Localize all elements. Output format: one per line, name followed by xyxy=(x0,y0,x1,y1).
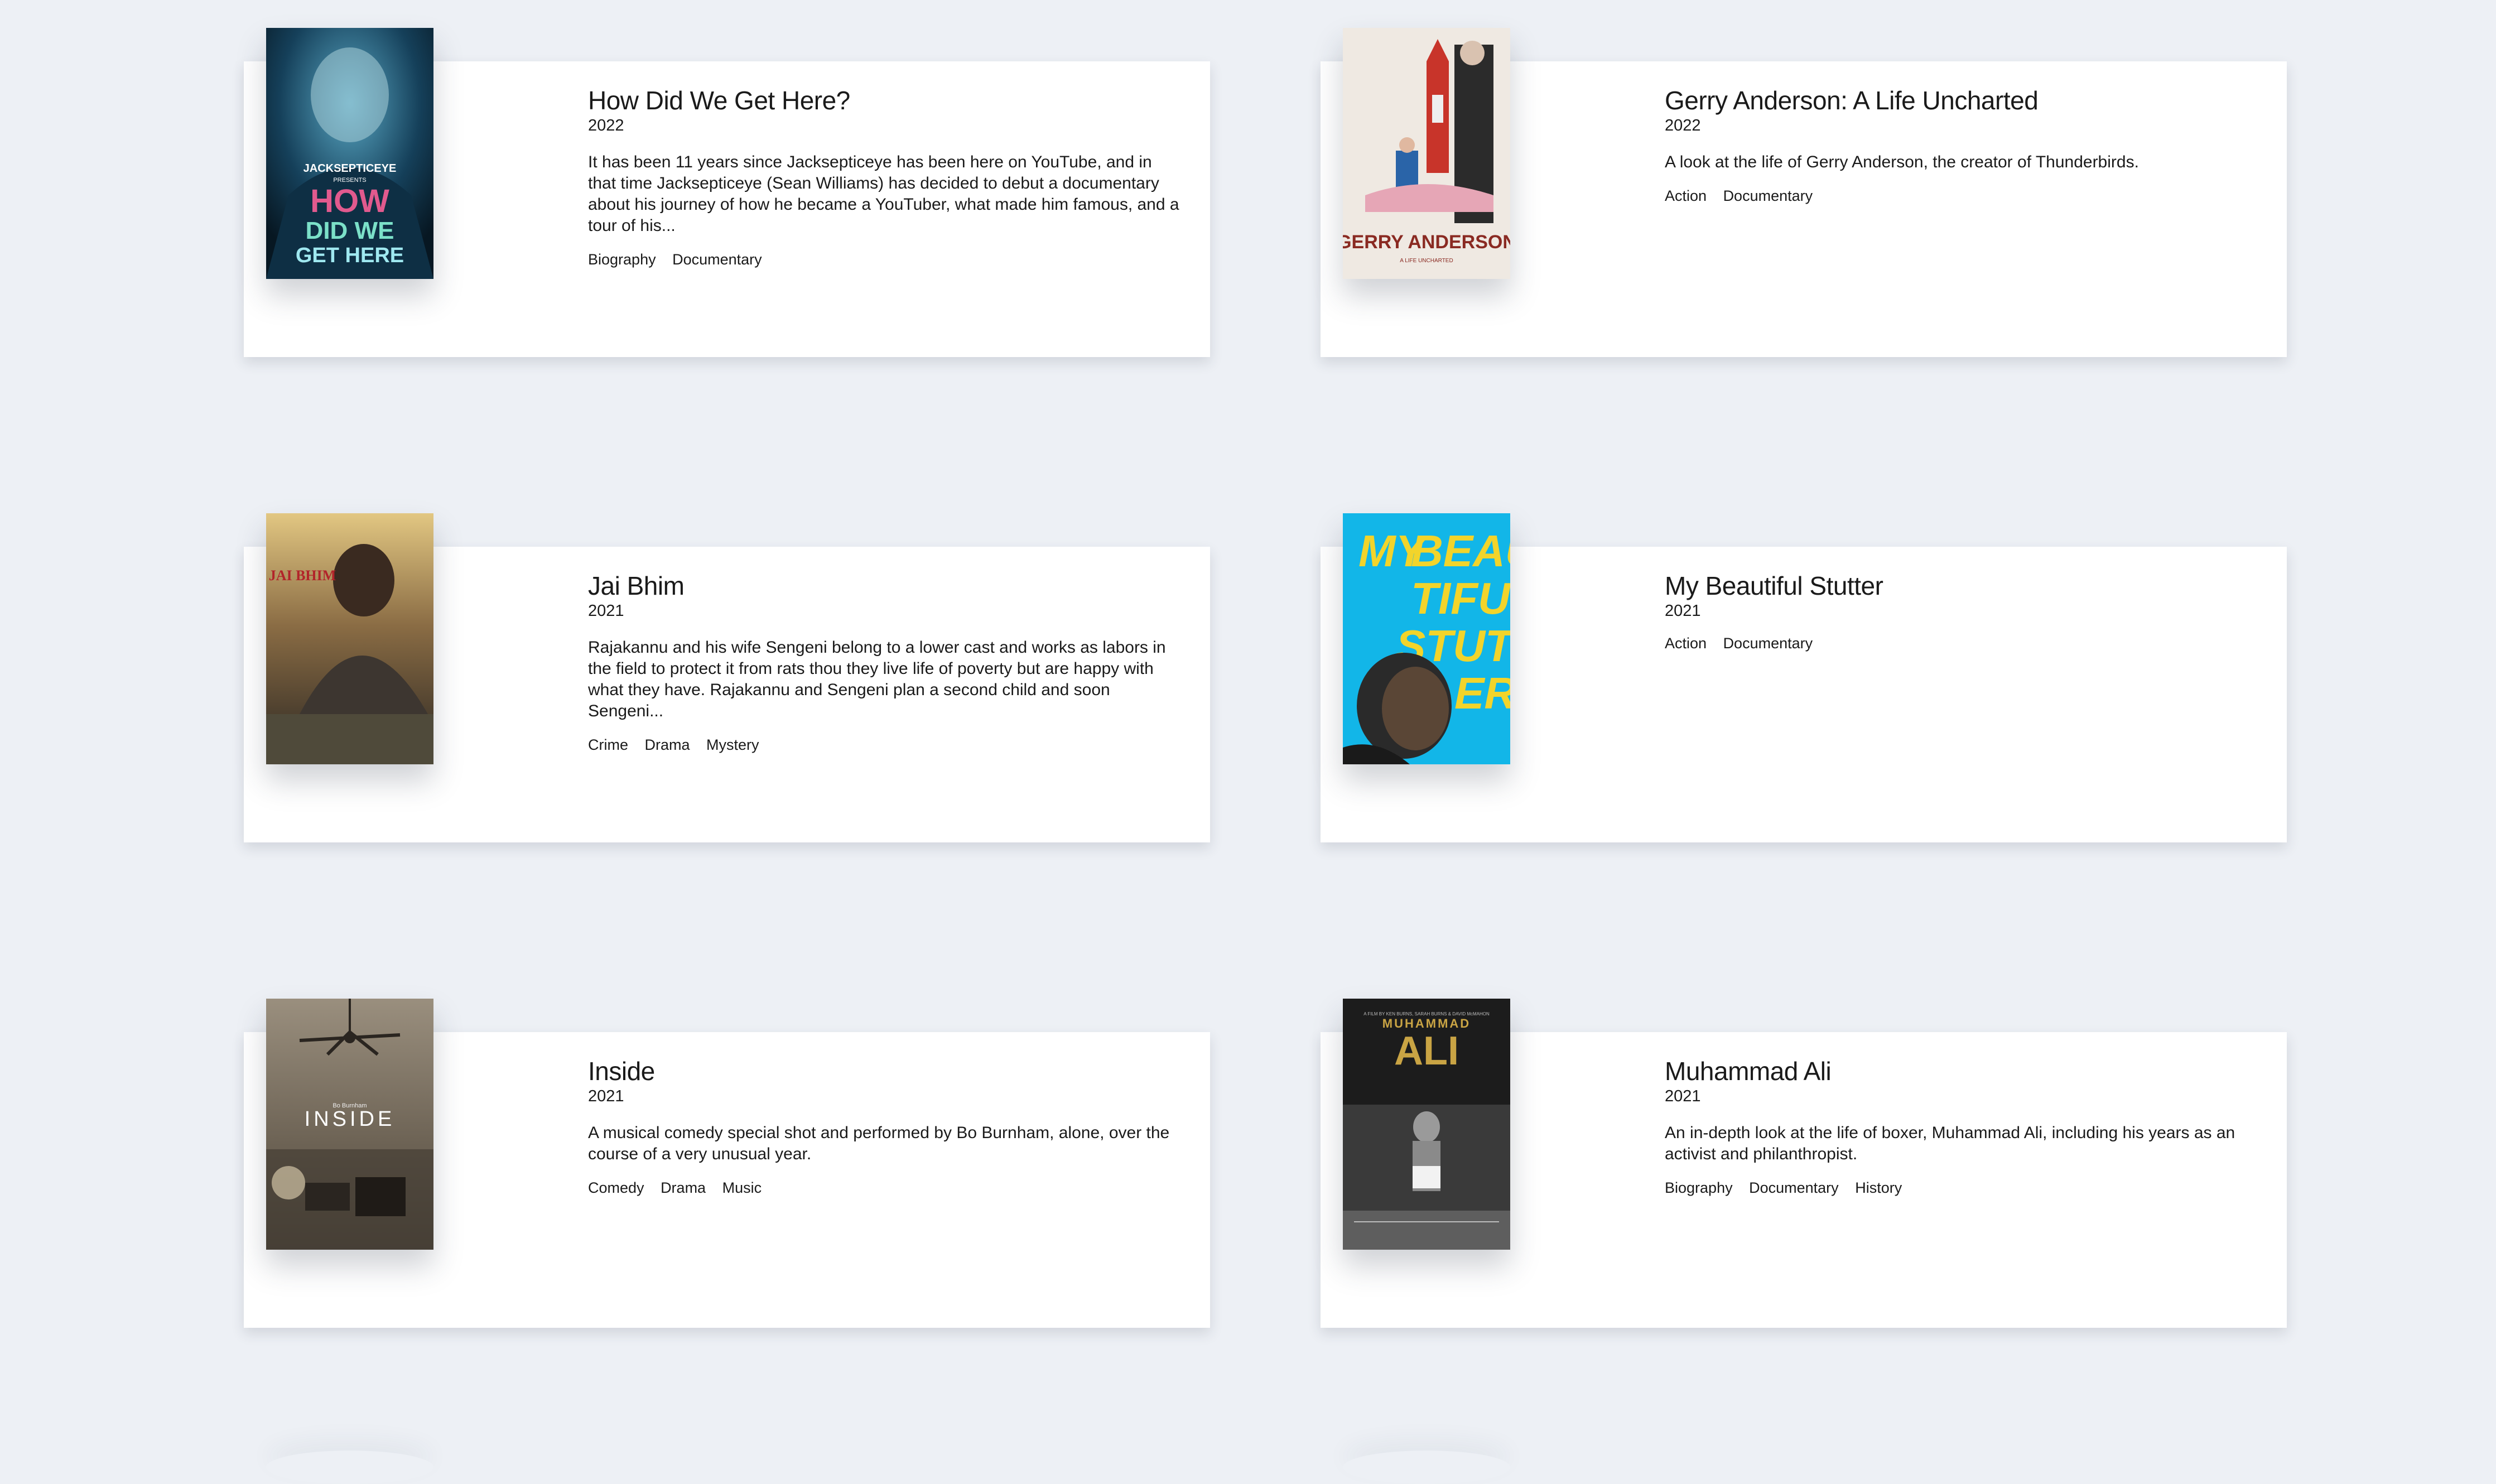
movie-year: 2022 xyxy=(1665,117,1701,134)
movie-title[interactable]: Muhammad Ali xyxy=(1665,1056,2261,1087)
genre-tag[interactable]: Documentary xyxy=(1723,634,1813,653)
svg-text:A LIFE UNCHARTED: A LIFE UNCHARTED xyxy=(1400,258,1453,264)
movie-poster[interactable]: MY BEAU TIFUL STUTT ER xyxy=(1343,513,1510,764)
movie-description: A musical comedy special shot and perfor… xyxy=(588,1124,1170,1163)
movie-poster[interactable]: Bo Burnham INSIDE xyxy=(266,999,433,1250)
poster-image: MY BEAU TIFUL STUTT ER xyxy=(1343,513,1510,764)
poster-image: JAI BHIM xyxy=(266,513,433,764)
movie-card[interactable]: JACKSEPTICEYE PRESENTS HOW DID WE GET HE… xyxy=(244,28,1210,357)
poster-image: JACKSEPTICEYE PRESENTS HOW DID WE GET HE… xyxy=(266,28,433,279)
svg-text:ALI: ALI xyxy=(1394,1029,1459,1073)
genre-tag[interactable]: Crime xyxy=(588,735,628,754)
genre-tag[interactable]: Drama xyxy=(661,1178,706,1197)
movie-title[interactable]: Gerry Anderson: A Life Uncharted xyxy=(1665,85,2261,116)
svg-text:GET HERE: GET HERE xyxy=(296,244,404,267)
poster-image: GERRY ANDERSON A LIFE UNCHARTED xyxy=(1343,28,1510,279)
movie-card[interactable]: Bo Burnham INSIDE Inside 2021 A musical … xyxy=(244,999,1210,1328)
svg-text:TIFUL: TIFUL xyxy=(1411,574,1510,623)
movie-poster[interactable]: GERRY ANDERSON A LIFE UNCHARTED xyxy=(1343,28,1510,279)
movie-year: 2021 xyxy=(588,602,624,620)
genre-list: Comedy Drama Music xyxy=(588,1178,1184,1197)
svg-text:GERRY ANDERSON: GERRY ANDERSON xyxy=(1343,232,1510,253)
genre-tag[interactable]: Documentary xyxy=(1723,186,1813,205)
svg-text:HOW: HOW xyxy=(310,183,389,219)
movie-description: A look at the life of Gerry Anderson, th… xyxy=(1665,153,2139,171)
movie-card[interactable]: GERRY ANDERSON A LIFE UNCHARTED Gerry An… xyxy=(1321,28,2287,357)
genre-tag[interactable]: Drama xyxy=(645,735,690,754)
movie-poster[interactable]: JAI BHIM xyxy=(266,513,433,764)
movie-description: It has been 11 years since Jacksepticeye… xyxy=(588,153,1179,235)
movie-description: Rajakannu and his wife Sengeni belong to… xyxy=(588,638,1166,720)
genre-tag[interactable]: Biography xyxy=(588,250,656,269)
movie-card[interactable]: JAI BHIM Jai Bhim 2021 Rajakannu and his… xyxy=(244,513,1210,842)
genre-list: Biography Documentary History xyxy=(1665,1178,2261,1197)
movie-year: 2022 xyxy=(588,117,624,134)
next-card-shadow xyxy=(1343,1451,1510,1484)
svg-text:JAI BHIM: JAI BHIM xyxy=(269,567,336,584)
genre-list: Biography Documentary xyxy=(588,250,1184,269)
movie-poster[interactable]: A FILM BY KEN BURNS, SARAH BURNS & DAVID… xyxy=(1343,999,1510,1250)
movie-year: 2021 xyxy=(1665,602,1701,620)
genre-tag[interactable]: Comedy xyxy=(588,1178,644,1197)
genre-list: Action Documentary xyxy=(1665,186,2261,205)
svg-text:INSIDE: INSIDE xyxy=(305,1107,396,1131)
movie-card[interactable]: MY BEAU TIFUL STUTT ER My Beautiful Stut… xyxy=(1321,513,2287,842)
genre-tag[interactable]: Documentary xyxy=(1749,1178,1839,1197)
poster-image: A FILM BY KEN BURNS, SARAH BURNS & DAVID… xyxy=(1343,999,1510,1250)
svg-text:BEAU: BEAU xyxy=(1411,526,1510,576)
movie-title[interactable]: My Beautiful Stutter xyxy=(1665,570,2261,601)
movie-description: An in-depth look at the life of boxer, M… xyxy=(1665,1124,2235,1163)
movie-title[interactable]: Inside xyxy=(588,1056,1184,1087)
movie-year: 2021 xyxy=(588,1087,624,1105)
genre-tag[interactable]: Documentary xyxy=(672,250,762,269)
genre-list: Crime Drama Mystery xyxy=(588,735,1184,754)
svg-text:ER: ER xyxy=(1454,668,1510,718)
movie-card[interactable]: A FILM BY KEN BURNS, SARAH BURNS & DAVID… xyxy=(1321,999,2287,1328)
genre-tag[interactable]: Music xyxy=(722,1178,762,1197)
svg-text:DID WE: DID WE xyxy=(306,217,394,244)
genre-tag[interactable]: Action xyxy=(1665,634,1707,653)
svg-text:JACKSEPTICEYE: JACKSEPTICEYE xyxy=(303,162,397,175)
next-card-shadow xyxy=(266,1451,433,1484)
svg-text:A FILM BY KEN BURNS, SARAH BUR: A FILM BY KEN BURNS, SARAH BURNS & DAVID… xyxy=(1363,1011,1490,1016)
genre-tag[interactable]: History xyxy=(1855,1178,1902,1197)
movie-poster[interactable]: JACKSEPTICEYE PRESENTS HOW DID WE GET HE… xyxy=(266,28,433,279)
genre-tag[interactable]: Mystery xyxy=(706,735,759,754)
genre-list: Action Documentary xyxy=(1665,634,2261,653)
genre-tag[interactable]: Action xyxy=(1665,186,1707,205)
movie-year: 2021 xyxy=(1665,1087,1701,1105)
movie-title[interactable]: Jai Bhim xyxy=(588,570,1184,601)
genre-tag[interactable]: Biography xyxy=(1665,1178,1733,1197)
poster-image: Bo Burnham INSIDE xyxy=(266,999,433,1250)
movie-title[interactable]: How Did We Get Here? xyxy=(588,85,1184,116)
